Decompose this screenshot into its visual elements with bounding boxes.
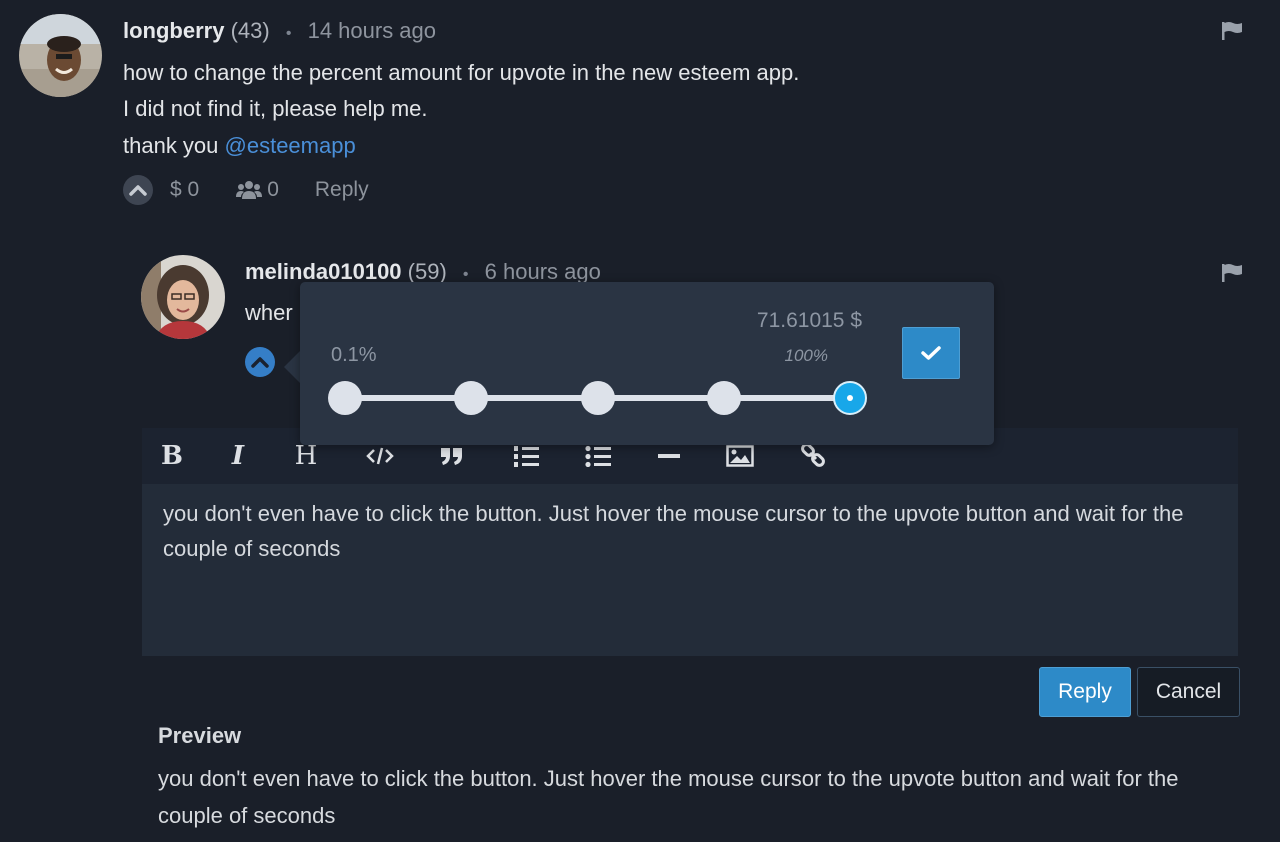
vote-amount: 71.61015 $ xyxy=(756,309,862,332)
min-percent-label: 0.1% xyxy=(331,344,377,366)
slider-step-75[interactable] xyxy=(707,381,741,415)
bold-button[interactable]: B xyxy=(156,428,188,484)
reply-textarea[interactable]: you don't even have to click the button.… xyxy=(142,484,1238,656)
code-icon xyxy=(366,447,394,465)
editor-content[interactable]: you don't even have to click the button.… xyxy=(163,496,1203,566)
flag-icon[interactable] xyxy=(1221,263,1243,288)
cancel-button[interactable]: Cancel xyxy=(1137,667,1240,717)
link-icon xyxy=(801,443,825,467)
slider-step-0[interactable] xyxy=(328,381,362,415)
author-reputation: (43) xyxy=(230,18,270,43)
payout-amount[interactable]: $ 0 xyxy=(170,178,199,202)
vote-popup: 71.61015 $ 0.1% 100% xyxy=(300,282,994,445)
minus-icon xyxy=(658,454,680,458)
quote-icon xyxy=(441,448,462,465)
author-reputation: (59) xyxy=(407,259,447,284)
preview-content: you don't even have to click the button.… xyxy=(158,766,1179,828)
avatar-melinda010100[interactable] xyxy=(141,255,225,339)
popup-arrow xyxy=(284,351,300,383)
slider-step-25[interactable] xyxy=(454,381,488,415)
comment-actions: $ 0 0 Reply xyxy=(123,175,369,205)
comment-time[interactable]: 14 hours ago xyxy=(308,18,436,43)
comment-body-line-1: how to change the percent amount for upv… xyxy=(123,60,800,85)
ordered-list-icon xyxy=(514,446,539,467)
current-percent-label: 100% xyxy=(784,346,828,365)
image-icon xyxy=(726,445,754,467)
voters-count-group[interactable]: 0 xyxy=(236,178,279,202)
check-icon xyxy=(921,346,941,360)
avatar-image xyxy=(141,255,225,339)
comment-header: longberry (43) • 14 hours ago xyxy=(123,18,436,44)
separator-dot: • xyxy=(285,25,292,42)
confirm-vote-button[interactable] xyxy=(902,327,960,379)
voters-count: 0 xyxy=(267,178,279,201)
upvote-button-active[interactable] xyxy=(245,347,275,377)
chevron-up-icon xyxy=(251,357,269,368)
comment-time[interactable]: 6 hours ago xyxy=(485,259,601,284)
thank-you-text: thank you xyxy=(123,133,225,158)
comment-body-line-3: thank you @esteemapp xyxy=(123,133,356,159)
reply-button[interactable]: Reply xyxy=(1039,667,1131,717)
users-icon xyxy=(236,181,263,199)
flag-icon[interactable] xyxy=(1221,21,1243,46)
preview-title: Preview xyxy=(158,723,242,748)
avatar-image xyxy=(19,14,102,97)
avatar-longberry[interactable] xyxy=(19,14,102,97)
slider-step-50[interactable] xyxy=(581,381,615,415)
comment-body-line-2: I did not find it, please help me. xyxy=(123,96,428,121)
author-name[interactable]: melinda010100 xyxy=(245,259,402,284)
unordered-list-icon xyxy=(585,445,611,467)
comment-body-partial: wher xyxy=(245,300,293,325)
italic-button[interactable]: I xyxy=(224,428,252,484)
author-name[interactable]: longberry xyxy=(123,18,224,43)
slider-handle[interactable] xyxy=(833,381,867,415)
separator-dot: • xyxy=(462,266,469,283)
chevron-up-icon xyxy=(129,185,147,196)
reply-link[interactable]: Reply xyxy=(315,178,369,202)
mention-link[interactable]: @esteemapp xyxy=(225,133,356,158)
upvote-button[interactable] xyxy=(123,175,153,205)
